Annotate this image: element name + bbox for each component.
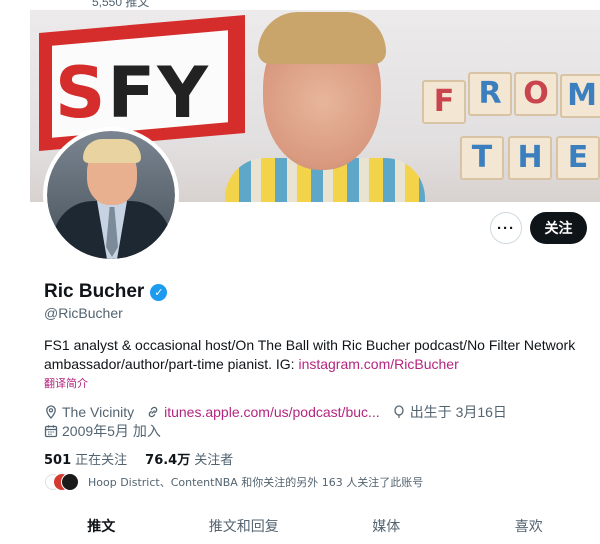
link-icon [146,405,160,419]
joined-item: 2009年5月 加入 [44,421,161,441]
banner-block-m: M [560,74,600,118]
banner-sfy-logo: SFY [55,52,210,134]
followers-label: 关注者 [194,453,234,468]
follow-stats: 501 正在关注 76.4万 关注者 [44,449,233,468]
birthday-item: 出生于 3月16日 [392,402,507,422]
profile-handle: @RicBucher [44,305,123,321]
banner-block-f: F [422,80,466,124]
mutual-follower-avatars [44,473,79,491]
banner-hair [258,12,386,64]
following-count: 501 [44,453,72,468]
tab-media[interactable]: 媒体 [315,516,458,544]
banner-letter-y: Y [157,52,210,134]
followers-you-know-text: Hoop District、ContentNBA 和你关注的另外 163 人关注… [88,476,424,489]
profile-avatar[interactable] [43,127,179,263]
profile-name: Ric Bucher [44,281,145,302]
verified-badge-icon[interactable]: ✓ [150,283,168,301]
more-options-button[interactable]: ··· [490,212,522,244]
tab-tweets[interactable]: 推文 [30,516,173,544]
following-stat[interactable]: 501 正在关注 [44,449,127,468]
profile-meta-row-2: 2009年5月 加入 [44,421,173,441]
followers-count: 76.4万 [145,453,191,468]
profile-meta-row-1: The Vicinity itunes.apple.com/us/podcast… [44,402,519,422]
balloon-icon [392,405,406,419]
banner-letter-s: S [55,52,108,134]
location-item: The Vicinity [44,404,134,420]
location-pin-icon [44,405,58,419]
tweet-count-crop: 5,550 推文 [30,0,600,10]
followers-you-know[interactable]: Hoop District、ContentNBA 和你关注的另外 163 人关注… [44,473,423,491]
website-item: itunes.apple.com/us/podcast/buc... [146,404,380,420]
follow-button[interactable]: 关注 [530,212,587,244]
mutual-avatar [61,473,79,491]
banner-block-e: E [556,136,600,180]
calendar-icon [44,424,58,438]
bio-instagram-link[interactable]: instagram.com/RicBucher [298,356,458,372]
tab-tweets-and-replies[interactable]: 推文和回复 [173,516,316,544]
profile-bio: FS1 analyst & occasional host/On The Bal… [44,336,589,374]
translate-bio-link[interactable]: 翻译简介 [44,375,88,391]
banner-block-o: O [514,72,558,116]
location-text: The Vicinity [62,404,135,420]
profile-tabs: 推文 推文和回复 媒体 喜欢 [30,516,600,544]
avatar-photo [47,131,175,259]
banner-block-r: R [468,72,512,116]
birthday-text: 出生于 3月16日 [409,404,507,420]
tweet-count-text: 5,550 推文 [92,0,150,9]
banner-block-t: T [460,136,504,180]
website-link[interactable]: itunes.apple.com/us/podcast/buc... [164,404,380,420]
more-icon: ··· [497,219,515,237]
tab-likes[interactable]: 喜欢 [458,516,600,544]
profile-name-row: Ric Bucher ✓ [44,281,168,303]
joined-text: 2009年5月 加入 [62,423,161,439]
following-label: 正在关注 [75,453,128,468]
banner-letter-f: F [107,52,158,134]
avatar-hair [83,139,141,163]
followers-stat[interactable]: 76.4万 关注者 [145,449,233,468]
banner-block-h: H [508,136,552,180]
